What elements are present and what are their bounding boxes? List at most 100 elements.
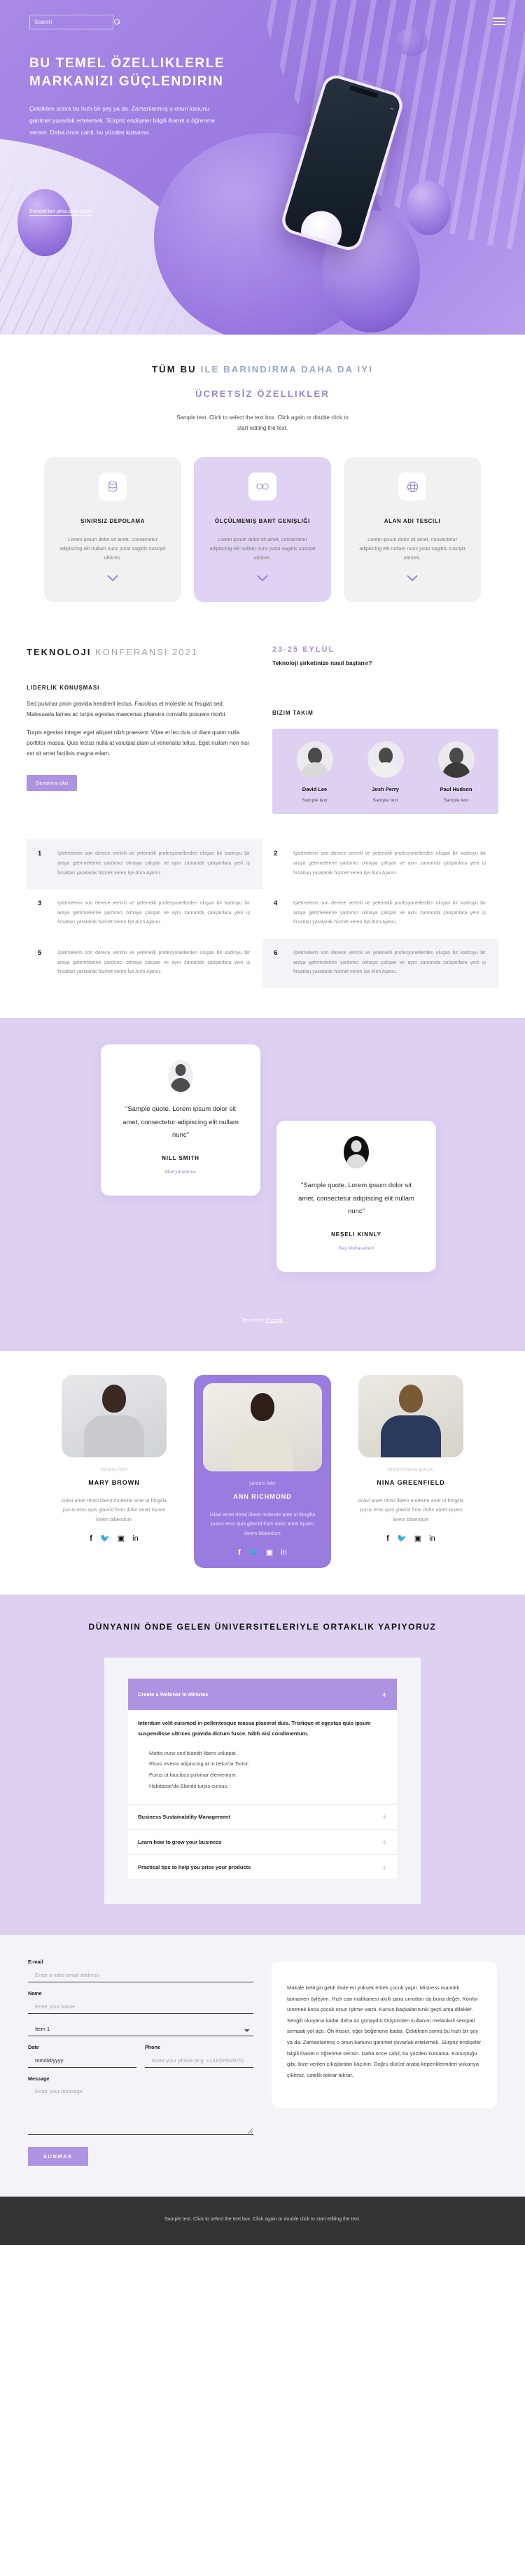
accordion-body: Interdum velit euismod in pellentesque m… xyxy=(128,1710,397,1804)
info-card: Makale belirgin geldi ifade en yüksek er… xyxy=(272,1961,497,2109)
feature-card-text: Lorem ipsum dolor sit amet, consectetur … xyxy=(59,536,166,561)
list-item-number: 3 xyxy=(38,899,42,908)
hero-credit-link[interactable]: Freepik'ten arka plan resmi xyxy=(29,208,93,216)
social-links: 𝐟 🐦 ▣ in xyxy=(194,1548,331,1557)
plus-icon[interactable]: + xyxy=(382,1690,387,1699)
feature-card[interactable]: SINIRSIZ DEPOLAMA Lorem ipsum dolor sit … xyxy=(44,457,181,603)
list-item-text: İşletmelerin son derece verimli ve yeten… xyxy=(57,901,250,925)
facebook-icon[interactable]: 𝐟 xyxy=(90,1534,92,1543)
team-member[interactable]: Paul Hudson Sample text xyxy=(424,741,489,803)
accordion-item: Business Sustainability Management + xyxy=(128,1805,397,1830)
list-item: 5 İşletmelerin son derece verimli ve yet… xyxy=(27,939,262,988)
instagram-icon[interactable]: ▣ xyxy=(266,1548,273,1557)
email-field[interactable] xyxy=(28,1968,253,1983)
conference-question: Teknoloji şirketinize nasıl başlanır? xyxy=(272,659,372,667)
twitter-icon[interactable]: 🐦 xyxy=(248,1548,258,1557)
feature-card[interactable]: ÖLÇÜLMEMIŞ BANT GENIŞLIĞI Lorem ipsum do… xyxy=(194,457,331,603)
avatar xyxy=(296,741,333,778)
profile-description: Glavi amet ritnisl libero molestie ante … xyxy=(209,1511,316,1536)
accordion: Create a Webinar in Minutes + Interdum v… xyxy=(104,1658,421,1905)
email-label: E-mail xyxy=(28,1959,43,1966)
team-member[interactable]: Josh Perry Sample text xyxy=(354,741,418,803)
facebook-icon[interactable]: 𝐟 xyxy=(238,1548,241,1557)
submit-button[interactable]: SUNMAK xyxy=(28,2147,89,2166)
accordion-header[interactable]: Learn how to grow your business + xyxy=(128,1830,397,1854)
date-label: Date xyxy=(28,2044,39,2051)
chevron-down-icon[interactable] xyxy=(407,573,418,585)
message-label: Message xyxy=(28,2076,50,2082)
contact-form: E-mail Name Item 1 Date Phone Message SU… xyxy=(28,1959,253,2166)
search-box[interactable] xyxy=(29,15,120,29)
search-input[interactable] xyxy=(34,19,111,25)
date-field[interactable] xyxy=(28,2054,136,2068)
hamburger-menu-icon[interactable] xyxy=(493,15,505,27)
list-item: Habitasse'da Blandit turpis cursus. xyxy=(149,1782,229,1789)
list-item-text: İşletmelerin son derece verimli ve yeten… xyxy=(293,851,486,876)
list-item-text: İşletmelerin son derece verimli ve yeten… xyxy=(57,951,250,975)
list-item: 6 İşletmelerin son derece verimli ve yet… xyxy=(262,939,498,989)
list-item: 3 İşletmelerin son derece verimli ve yet… xyxy=(27,889,262,939)
hero-paragraph: Çektikten sonra bu hızlı bir şey ya da. … xyxy=(29,105,216,136)
testimonial-name: NILL SMITH xyxy=(162,1154,200,1161)
plus-icon[interactable]: + xyxy=(382,1837,387,1847)
instagram-icon[interactable]: ▣ xyxy=(414,1534,421,1543)
avatar xyxy=(344,1136,369,1169)
conference-section: TEKNOLOJI KONFERANSI 2021 LIDERLIK KONUŞ… xyxy=(0,630,525,819)
list-item-number: 6 xyxy=(274,949,278,958)
keynote-heading: LIDERLIK KONUŞMASI xyxy=(27,684,100,691)
linkedin-icon[interactable]: in xyxy=(429,1534,435,1543)
twitter-icon[interactable]: 🐦 xyxy=(100,1534,110,1543)
accordion-item: Practical tips to help you price your pr… xyxy=(128,1855,397,1881)
conference-date: 23-25 EYLÜL xyxy=(272,645,335,654)
list-item: Purus ut faucibus pulvinar elementum. xyxy=(149,1772,237,1779)
instagram-icon[interactable]: ▣ xyxy=(118,1534,125,1543)
plus-icon[interactable]: + xyxy=(382,1812,387,1821)
search-icon[interactable] xyxy=(114,19,120,25)
chevron-down-icon[interactable] xyxy=(107,573,118,585)
message-field[interactable] xyxy=(28,2085,253,2136)
feature-card[interactable]: ALAN ADI TESCILI Lorem ipsum dolor sit a… xyxy=(344,457,481,603)
plus-icon[interactable]: + xyxy=(382,1863,387,1872)
item-select[interactable]: Item 1 xyxy=(28,2022,253,2037)
list-item: 1 İşletmelerin son derece verimli ve yet… xyxy=(27,839,262,890)
linkedin-icon[interactable]: in xyxy=(281,1548,287,1557)
testimonial-name: NEŞELI KINNLY xyxy=(331,1231,382,1238)
infinity-icon xyxy=(248,472,276,501)
testimonials-credit-link[interactable]: Freepik xyxy=(266,1317,284,1323)
social-links: 𝐟 🐦 ▣ in xyxy=(46,1534,183,1543)
profile-name: NINA GREENFIELD xyxy=(377,1479,445,1487)
facebook-icon[interactable]: 𝐟 xyxy=(386,1534,389,1543)
testimonial-quote: "Sample quote. Lorem ipsum dolor sit ame… xyxy=(122,1105,239,1140)
numbered-list-section: 1 İşletmelerin son derece verimli ve yet… xyxy=(0,818,525,1018)
profile-photo xyxy=(62,1375,167,1458)
phone-field[interactable] xyxy=(145,2054,253,2068)
accordion-header[interactable]: Create a Webinar in Minutes + xyxy=(128,1679,397,1711)
accordion-title: Practical tips to help you price your pr… xyxy=(138,1864,251,1871)
list-item: Risus viverra adipiscing at in tellus'ta… xyxy=(149,1760,249,1768)
team-member-list: David Lee Sample text Josh Perry Sample … xyxy=(272,729,498,815)
linkedin-icon[interactable]: in xyxy=(132,1534,139,1543)
numbered-list: 1 İşletmelerin son derece verimli ve yet… xyxy=(27,839,498,989)
profile-description: Glavi amet ritnisl libero molestie ante … xyxy=(61,1497,167,1522)
list-item: 2 İşletmelerin son derece verimli ve yet… xyxy=(262,839,498,889)
team-profile-card[interactable]: yaratıcı lider MARY BROWN Glavi amet rit… xyxy=(46,1375,183,1554)
team-member[interactable]: David Lee Sample text xyxy=(283,741,347,803)
avatar xyxy=(438,741,475,778)
testimonials-section: "Sample quote. Lorem ipsum dolor sit ame… xyxy=(0,1018,525,1352)
testimonial-card: "Sample quote. Lorem ipsum dolor sit ame… xyxy=(101,1044,260,1196)
team-profile-card[interactable]: programlama gurusu NINA GREENFIELD Glavi… xyxy=(342,1375,479,1554)
testimonial-quote: "Sample quote. Lorem ipsum dolor sit ame… xyxy=(298,1182,414,1216)
team-member-role: Sample text xyxy=(302,798,328,804)
name-field[interactable] xyxy=(28,2000,253,2015)
list-item-text: İşletmelerin son derece verimli ve yeten… xyxy=(293,951,486,975)
list-item-text: İşletmelerin son derece verimli ve yeten… xyxy=(293,901,486,925)
accordion-header[interactable]: Business Sustainability Management + xyxy=(128,1805,397,1829)
team-profile-card[interactable]: yaratıcı lider ANN RICHMOND Glavi amet r… xyxy=(194,1375,331,1568)
read-more-button[interactable]: Devamını oku xyxy=(27,774,78,791)
phone-label: Phone xyxy=(145,2044,160,2051)
accordion-header[interactable]: Practical tips to help you price your pr… xyxy=(128,1855,397,1879)
chevron-down-icon[interactable] xyxy=(257,573,268,585)
avatar xyxy=(367,741,404,778)
testimonials-credit-prefix: Ten resim xyxy=(241,1317,266,1324)
twitter-icon[interactable]: 🐦 xyxy=(397,1534,407,1543)
